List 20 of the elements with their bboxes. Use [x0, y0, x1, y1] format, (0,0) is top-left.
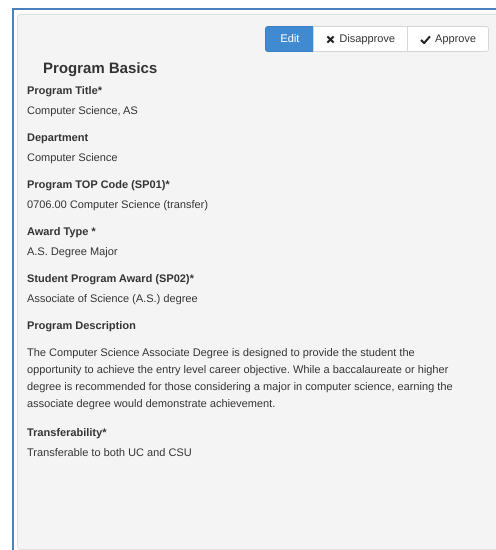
section-heading: Program Basics	[43, 60, 158, 77]
field-value: Computer Science, AS	[27, 105, 139, 118]
field-label: Department	[27, 132, 90, 144]
field-value: Associate of Science (A.S.) degree	[27, 293, 199, 306]
disapprove-button[interactable]: Disapprove	[313, 26, 408, 52]
field-value: 0706.00 Computer Science (transfer)	[27, 199, 209, 212]
close-icon	[326, 34, 336, 44]
edit-button[interactable]: Edit	[265, 26, 314, 52]
field-label: Transferability*	[27, 427, 108, 439]
approve-button[interactable]: Approve	[407, 26, 489, 52]
field-value: A.S. Degree Major	[27, 246, 118, 259]
checkmark-icon	[420, 34, 432, 44]
field-label: Student Program Award (SP02)*	[27, 273, 195, 285]
field-value: Computer Science	[27, 152, 118, 165]
field-value: Transferable to both UC and CSU	[27, 447, 193, 460]
description-text: The Computer Science Associate Degree is designed to provide the student the opportunity to achieve the entry level career objective. While a baccalaureate or higher degree is recommended for those considering a major in computer science, earning the associate degree would demonstrate achievement.	[27, 346, 454, 412]
field-label: Program TOP Code (SP01)*	[27, 179, 171, 191]
field-label: Award Type *	[27, 226, 97, 238]
field-label: Program Title*	[27, 85, 103, 97]
field-label: Program Description	[27, 320, 137, 332]
